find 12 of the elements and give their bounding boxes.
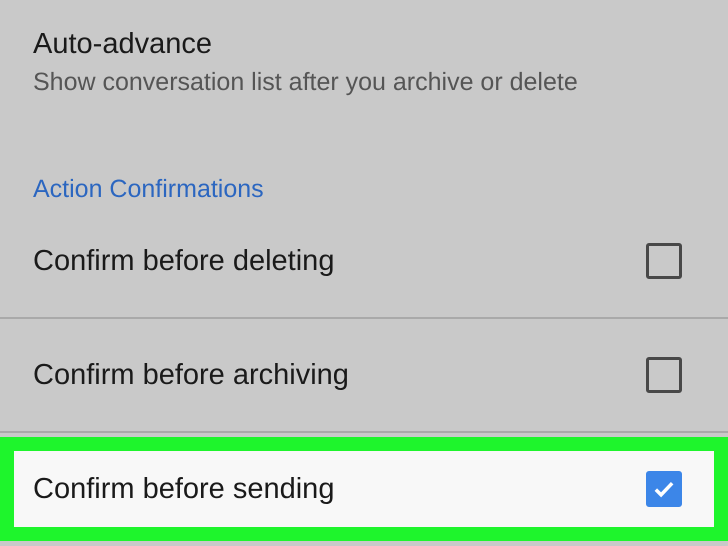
setting-label: Confirm before sending xyxy=(33,472,334,506)
setting-label: Confirm before archiving xyxy=(33,358,349,392)
checkbox[interactable] xyxy=(646,471,682,507)
section-header: Action Confirmations xyxy=(32,174,265,205)
setting-row[interactable]: Confirm before archiving xyxy=(0,319,728,431)
setting-title: Auto-advance xyxy=(33,27,213,62)
setting-label: Confirm before deleting xyxy=(33,244,334,278)
checkbox[interactable] xyxy=(646,243,682,279)
setting-row[interactable]: Confirm before sending xyxy=(14,451,714,527)
checkbox[interactable] xyxy=(646,357,682,393)
setting-row[interactable]: Confirm before deleting xyxy=(0,205,728,317)
setting-description: Show conversation list after you archive or delete xyxy=(33,67,579,98)
